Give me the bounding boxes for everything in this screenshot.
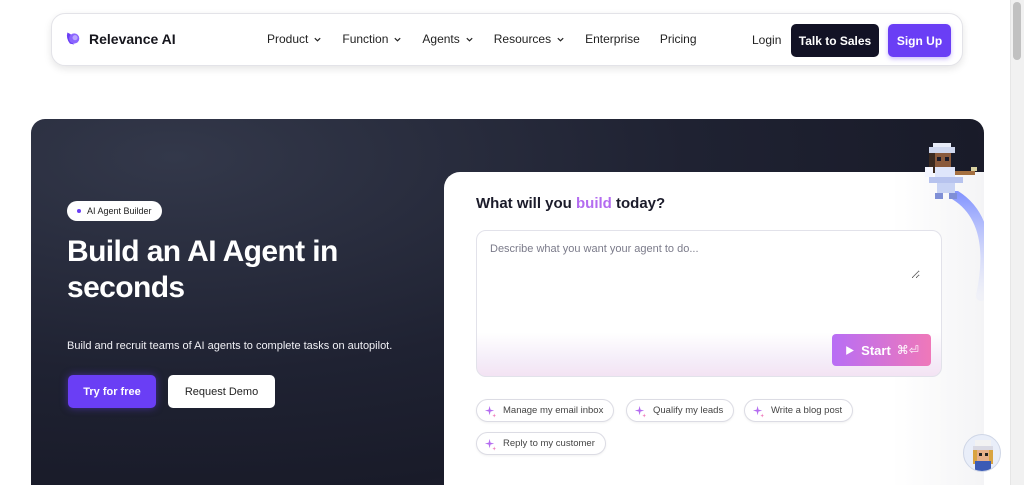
hero-subtitle: Build and recruit teams of AI agents to … — [67, 340, 393, 352]
sparkle-icon — [752, 405, 765, 418]
start-button[interactable]: Start ⌘⏎ — [832, 334, 931, 366]
menu-agents-label: Agents — [422, 32, 460, 46]
menu-function[interactable]: Function — [342, 32, 402, 46]
scrollbar-thumb[interactable] — [1013, 2, 1021, 60]
chevron-down-icon — [557, 37, 564, 42]
suggestion-label: Reply to my customer — [503, 438, 595, 449]
agent-prompt-input[interactable] — [490, 243, 920, 279]
suggestion-chip[interactable]: Write a blog post — [744, 399, 854, 422]
builder-title: What will you build today? — [476, 195, 665, 212]
menu-product-label: Product — [267, 32, 309, 46]
agent-prompt-box: Start ⌘⏎ — [476, 230, 942, 377]
hero-section: AI Agent Builder Build an AI Agent in se… — [31, 119, 984, 485]
ai-agent-builder-badge: AI Agent Builder — [67, 201, 162, 221]
rocket-trail-decoration — [951, 191, 984, 301]
suggestion-chip[interactable]: Manage my email inbox — [476, 399, 615, 422]
request-demo-button[interactable]: Request Demo — [168, 375, 275, 408]
pixel-mascot-illustration — [925, 143, 977, 199]
menu-resources[interactable]: Resources — [494, 32, 565, 46]
badge-label: AI Agent Builder — [87, 206, 152, 216]
brand-name: Relevance AI — [89, 30, 176, 47]
relevance-logo-icon — [66, 32, 80, 45]
chat-assistant-avatar[interactable] — [963, 434, 1001, 472]
suggestion-label: Manage my email inbox — [503, 405, 604, 416]
play-icon — [846, 345, 855, 355]
menu-agents[interactable]: Agents — [422, 32, 473, 46]
page-scrollbar[interactable] — [1010, 0, 1024, 485]
chevron-down-icon — [314, 37, 321, 42]
main-menu: Product Function Agents Resources Enterp… — [267, 32, 717, 46]
menu-pricing[interactable]: Pricing — [660, 32, 697, 46]
top-navbar: Relevance AI Product Function Agents Res… — [51, 13, 963, 66]
start-shortcut: ⌘⏎ — [896, 343, 919, 357]
suggestion-label: Write a blog post — [771, 405, 843, 416]
sparkle-icon — [634, 405, 647, 418]
chevron-down-icon — [466, 37, 473, 42]
menu-function-label: Function — [342, 32, 389, 46]
login-link[interactable]: Login — [752, 33, 781, 47]
builder-title-accent: build — [576, 195, 612, 212]
sparkle-icon — [484, 405, 497, 418]
sign-up-button[interactable]: Sign Up — [888, 24, 951, 57]
suggestion-chip[interactable]: Qualify my leads — [626, 399, 735, 422]
start-label: Start — [861, 342, 891, 358]
menu-enterprise-label: Enterprise — [585, 32, 640, 46]
try-for-free-button[interactable]: Try for free — [68, 375, 156, 408]
chevron-down-icon — [394, 37, 402, 42]
brand-logo[interactable]: Relevance AI — [64, 30, 176, 47]
badge-dot — [77, 209, 81, 213]
menu-resources-label: Resources — [493, 32, 552, 46]
hero-title: Build an AI Agent in seconds — [67, 235, 338, 304]
sparkle-icon — [484, 438, 497, 451]
agent-builder-panel: What will you build today? Start ⌘⏎ Mana… — [444, 172, 984, 485]
builder-title-suffix: today? — [611, 195, 666, 212]
assistant-avatar-icon — [973, 440, 993, 471]
suggestion-chip[interactable]: Reply to my customer — [476, 432, 606, 455]
builder-title-prefix: What will you — [476, 195, 576, 212]
talk-to-sales-button[interactable]: Talk to Sales — [791, 24, 879, 57]
suggestion-label: Qualify my leads — [653, 405, 724, 416]
menu-enterprise[interactable]: Enterprise — [585, 32, 640, 46]
menu-pricing-label: Pricing — [659, 32, 697, 46]
menu-product[interactable]: Product — [267, 32, 322, 46]
